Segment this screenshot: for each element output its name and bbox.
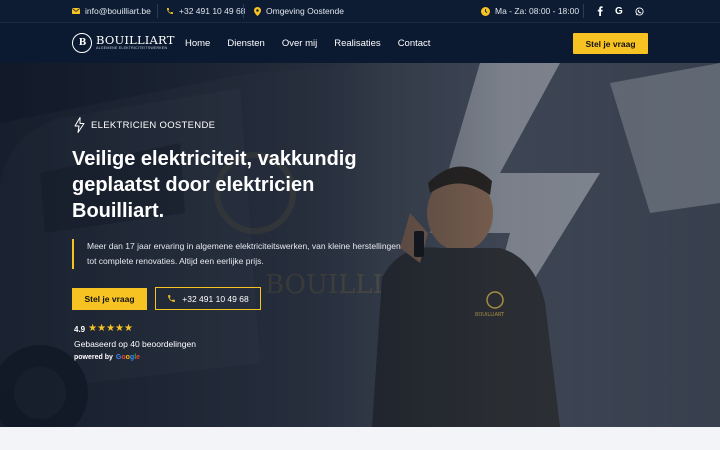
rating-stars: ★★★★★ — [88, 324, 133, 334]
phone-icon — [166, 7, 174, 15]
logo-mark: B — [72, 33, 92, 53]
logo-name: BOUILLIART — [96, 32, 175, 47]
location-info: Omgeving Oostende — [254, 0, 344, 22]
logo[interactable]: B BOUILLIART ALGEMENE ELEKTRICITEITSWERK… — [72, 32, 175, 54]
lightning-icon — [74, 117, 85, 133]
rating-value: 4.9 — [74, 324, 86, 334]
reviews-count: Gebaseerd op 40 beoordelingen — [74, 339, 196, 349]
divider — [243, 4, 244, 18]
call-button-label: +32 491 10 49 68 — [182, 293, 249, 304]
email-text: info@bouilliart.be — [85, 6, 151, 16]
ask-question-button[interactable]: Stel je vraag — [573, 33, 648, 54]
divider — [157, 4, 158, 18]
powered-by-google: powered by Google — [74, 354, 140, 361]
email-link[interactable]: info@bouilliart.be — [72, 0, 151, 22]
facebook-icon — [597, 6, 603, 16]
phone-link[interactable]: +32 491 10 49 68 — [166, 0, 245, 22]
eyebrow-text: ELEKTRICIEN OOSTENDE — [91, 119, 216, 131]
next-section — [0, 427, 720, 450]
nav-item-realisaties[interactable]: Realisaties — [334, 38, 380, 49]
hero-lead: Meer dan 17 jaar ervaring in algemene el… — [72, 239, 402, 269]
logo-tagline: ALGEMENE ELEKTRICITEITSWERKEN — [96, 46, 168, 51]
nav-item-contact[interactable]: Contact — [398, 38, 431, 49]
phone-text: +32 491 10 49 68 — [179, 6, 246, 16]
hero-call-button[interactable]: +32 491 10 49 68 — [155, 287, 261, 310]
hero-ask-question-button[interactable]: Stel je vraag — [72, 288, 147, 310]
hero-headline: Veilige elektriciteit, vakkundig geplaat… — [72, 148, 357, 222]
clock-icon — [481, 6, 490, 16]
phone-icon — [167, 294, 176, 303]
mail-icon — [72, 8, 80, 14]
whatsapp-link[interactable] — [635, 0, 644, 22]
divider — [583, 4, 584, 18]
map-pin-icon — [254, 6, 261, 16]
star-icon: ★ — [106, 323, 116, 334]
hero-eyebrow: ELEKTRICIEN OOSTENDE — [74, 117, 215, 133]
star-icon: ★ — [97, 323, 107, 334]
facebook-link[interactable] — [597, 0, 603, 22]
star-icon: ★ — [124, 323, 133, 334]
top-info-bar: info@bouilliart.be +32 491 10 49 68 Omge… — [0, 0, 720, 22]
google-rating: 4.9 ★★★★★ — [74, 324, 133, 334]
google-wordmark: Google — [115, 354, 141, 361]
star-icon: ★ — [115, 323, 124, 334]
google-icon: G — [615, 5, 623, 17]
opening-hours: Ma - Za: 08:00 - 18:00 — [481, 0, 579, 22]
nav-item-over-mij[interactable]: Over mij — [282, 38, 317, 49]
nav-item-diensten[interactable]: Diensten — [227, 38, 265, 49]
nav-menu: Home Diensten Over mij Realisaties Conta… — [185, 23, 447, 63]
location-text: Omgeving Oostende — [266, 6, 344, 16]
google-link[interactable]: G — [615, 0, 623, 22]
powered-by-label: powered by — [74, 354, 113, 361]
whatsapp-icon — [635, 6, 644, 16]
star-icon: ★ — [88, 323, 98, 334]
main-navigation: B BOUILLIART ALGEMENE ELEKTRICITEITSWERK… — [0, 22, 720, 63]
hours-text: Ma - Za: 08:00 - 18:00 — [495, 6, 580, 16]
nav-item-home[interactable]: Home — [185, 38, 210, 49]
